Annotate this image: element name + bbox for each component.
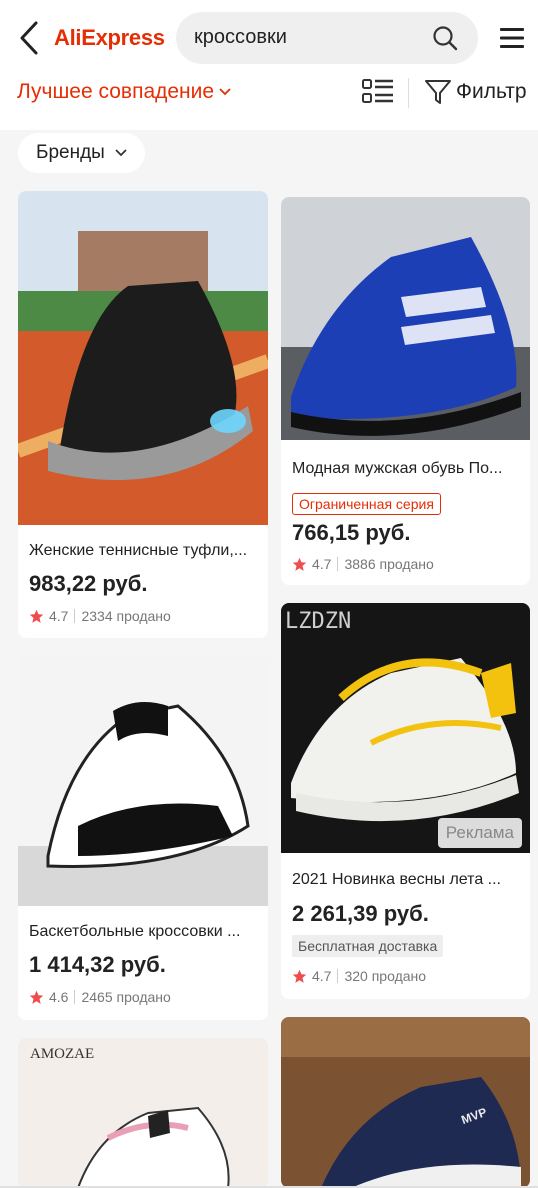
product-rating-row: 4.7 320 продано: [292, 968, 426, 984]
product-image[interactable]: [18, 191, 268, 525]
product-image-graphic: [18, 191, 268, 525]
aliexpress-logo[interactable]: AliExpress: [54, 25, 165, 51]
search-bar[interactable]: кроссовки: [176, 12, 478, 64]
free-shipping-badge: Бесплатная доставка: [292, 935, 444, 957]
sort-filter-bar: Лучшее совпадение Фильтр: [0, 78, 538, 130]
product-card[interactable]: MVP: [281, 1017, 530, 1188]
sold-count: 320 продано: [344, 968, 427, 984]
top-bar: AliExpress кроссовки: [0, 0, 538, 78]
product-title[interactable]: 2021 Новинка весны лета ...: [292, 871, 520, 889]
chevron-down-icon: [219, 88, 231, 96]
meta-separator: [337, 557, 339, 571]
ad-label: Реклама: [437, 818, 522, 848]
sold-count: 2465 продано: [81, 989, 171, 1005]
star-icon: [29, 990, 44, 1004]
product-image-brand-text: LZDZN: [285, 609, 352, 634]
toolbar-divider: [408, 78, 409, 108]
meta-separator: [74, 609, 76, 623]
product-title[interactable]: Женские теннисные туфли,...: [29, 542, 259, 560]
sort-label: Лучшее совпадение: [17, 80, 215, 103]
product-image-graphic: [281, 1017, 530, 1188]
star-icon: [292, 557, 307, 571]
star-icon: [29, 609, 44, 623]
product-card[interactable]: Реклама LZDZN 2021 Новинка весны лета ..…: [281, 603, 530, 999]
sold-count: 2334 продано: [81, 608, 171, 624]
meta-separator: [74, 990, 76, 1004]
hamburger-menu-icon[interactable]: [498, 24, 526, 52]
product-title[interactable]: Модная мужская обувь По...: [292, 460, 520, 478]
product-card[interactable]: Женские теннисные туфли,... 983,22 руб. …: [18, 191, 268, 638]
list-view-icon[interactable]: [362, 78, 394, 106]
product-image-graphic: [281, 603, 530, 853]
product-price: 983,22 руб.: [29, 571, 148, 596]
product-image[interactable]: Реклама LZDZN: [281, 603, 530, 853]
sold-count: 3886 продано: [344, 556, 434, 572]
product-price: 2 261,39 руб.: [292, 901, 429, 926]
product-price: 1 414,32 руб.: [29, 952, 166, 977]
search-input[interactable]: кроссовки: [194, 26, 287, 49]
product-image-graphic: [281, 197, 530, 440]
brands-chip[interactable]: Бренды: [18, 133, 145, 173]
rating-value: 4.7: [312, 556, 332, 572]
product-image[interactable]: [281, 197, 530, 440]
filter-label: Фильтр: [456, 80, 527, 103]
product-title[interactable]: Баскетбольные кроссовки ...: [29, 923, 259, 941]
rating-value: 4.7: [49, 608, 69, 624]
product-image[interactable]: [18, 656, 268, 906]
product-card[interactable]: Модная мужская обувь По... Ограниченная …: [281, 197, 530, 585]
rating-value: 4.6: [49, 989, 69, 1005]
product-image-graphic: [18, 656, 268, 906]
product-rating-row: 4.7 3886 продано: [292, 556, 434, 572]
product-image[interactable]: AMOZAE: [18, 1038, 268, 1188]
filter-button[interactable]: Фильтр: [424, 78, 527, 106]
search-icon[interactable]: [432, 25, 458, 51]
product-card[interactable]: AMOZAE: [18, 1038, 268, 1188]
filter-chips-row: Бренды: [0, 130, 538, 186]
product-image[interactable]: MVP: [281, 1017, 530, 1188]
chevron-down-icon: [115, 149, 127, 157]
product-rating-row: 4.6 2465 продано: [29, 989, 171, 1005]
back-arrow-icon[interactable]: [14, 20, 44, 56]
brands-chip-label: Бренды: [36, 142, 105, 163]
product-price: 766,15 руб.: [292, 520, 411, 545]
meta-separator: [337, 969, 339, 983]
rating-value: 4.7: [312, 968, 332, 984]
sort-dropdown[interactable]: Лучшее совпадение: [17, 80, 232, 104]
limited-edition-badge: Ограниченная серия: [292, 493, 441, 515]
funnel-icon: [425, 80, 451, 104]
product-card[interactable]: Баскетбольные кроссовки ... 1 414,32 руб…: [18, 656, 268, 1020]
star-icon: [292, 969, 307, 983]
product-image-brand-text: AMOZAE: [30, 1046, 95, 1062]
product-rating-row: 4.7 2334 продано: [29, 608, 171, 624]
